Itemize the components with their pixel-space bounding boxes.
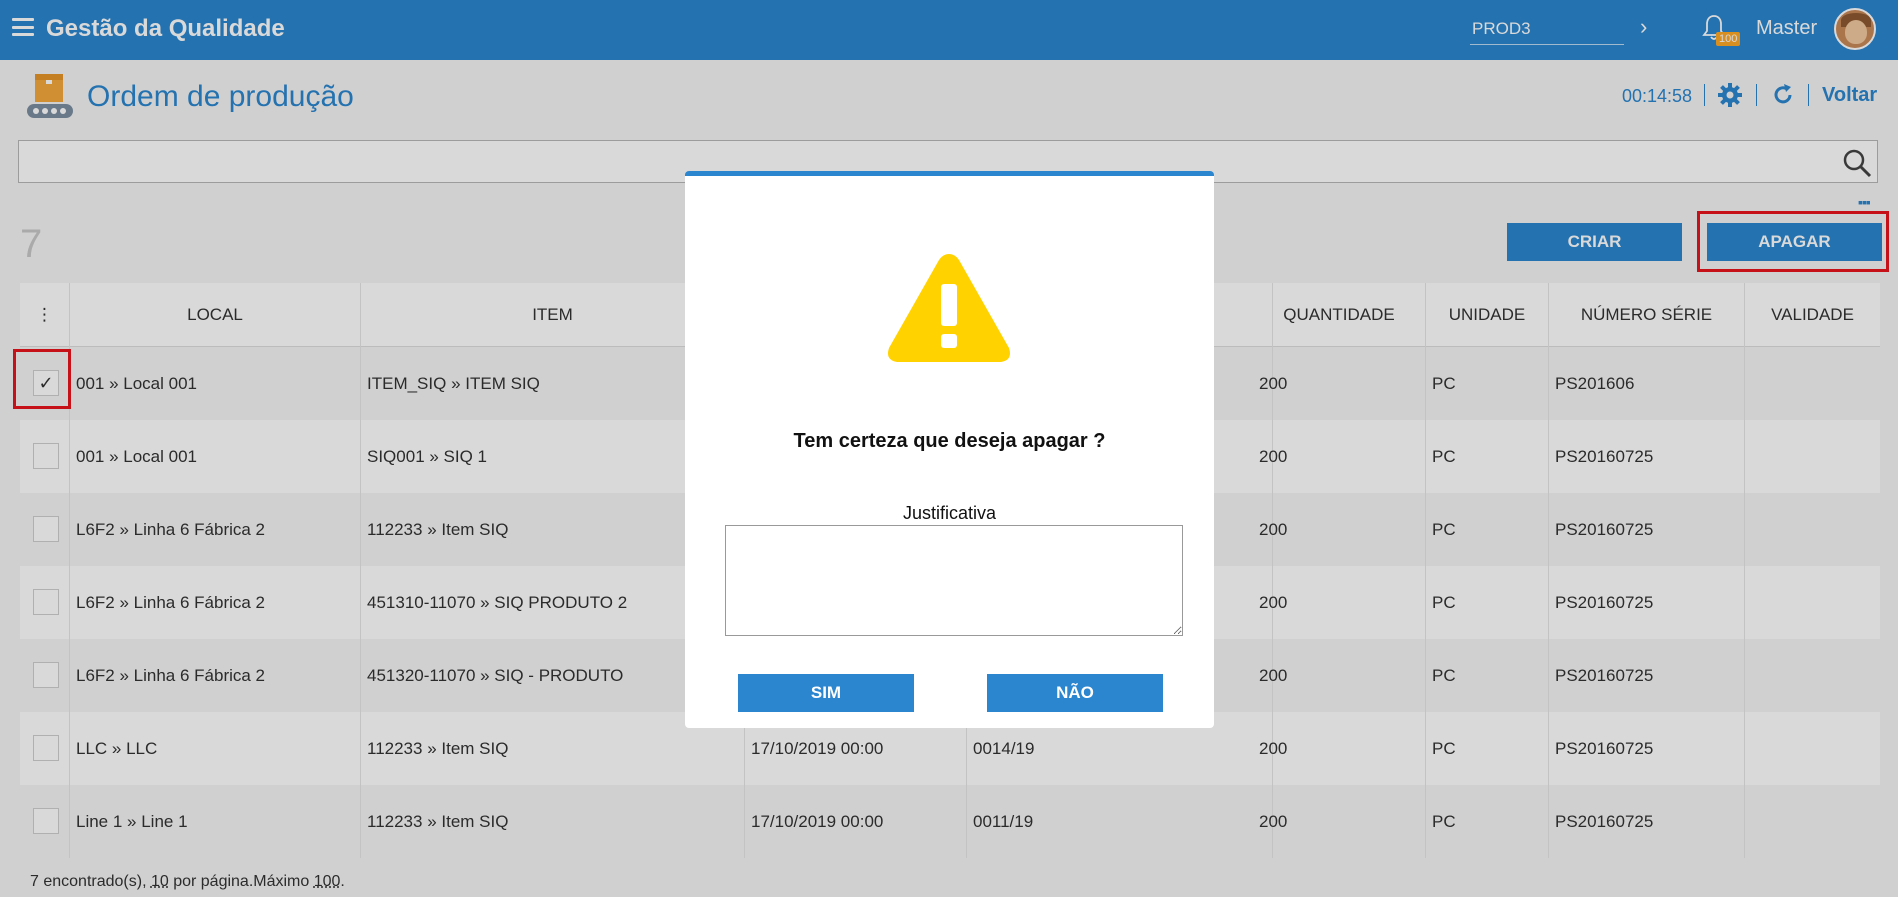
justification-textarea[interactable] (725, 525, 1183, 636)
dialog-title: Tem certeza que deseja apagar ? (793, 430, 1106, 452)
confirm-delete-dialog: Tem certeza que deseja apagar ? Justific… (685, 171, 1214, 728)
no-button[interactable]: NÃO (987, 674, 1163, 712)
yes-button[interactable]: SIM (738, 674, 914, 712)
justification-label: Justificativa (902, 503, 997, 523)
warning-icon (888, 254, 1010, 362)
